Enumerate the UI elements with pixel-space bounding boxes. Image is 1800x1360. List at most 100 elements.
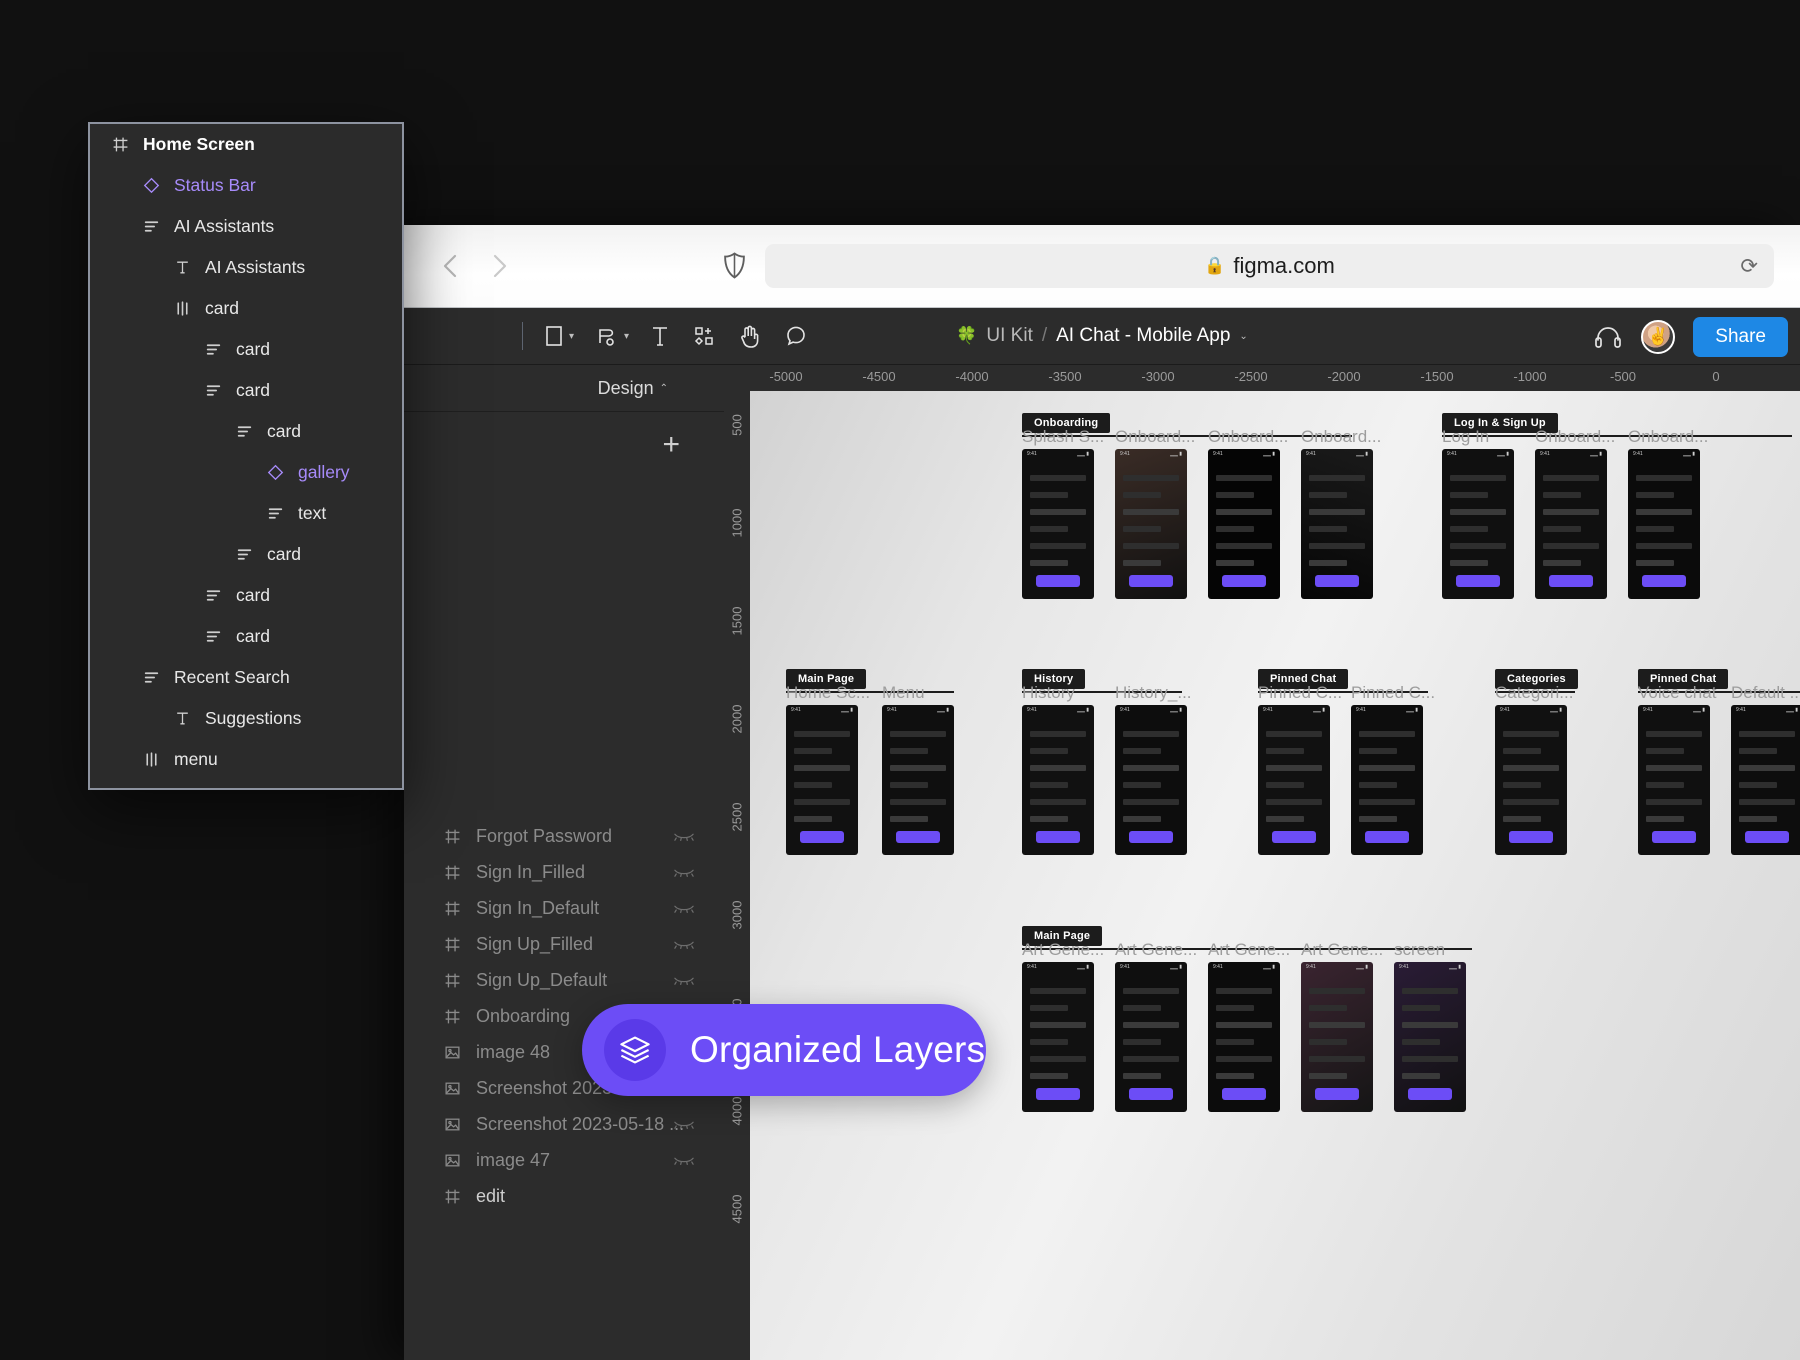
canvas-frame-name[interactable]: Art Gene... [1208,940,1290,960]
canvas-frame-name[interactable]: Log In [1442,427,1489,447]
canvas-frame-name[interactable]: Splash S... [1022,427,1104,447]
hand-tool-icon[interactable] [727,316,773,356]
headphones-icon[interactable] [1593,324,1623,350]
layer-row[interactable]: card [90,616,402,657]
layer-row[interactable]: card [90,329,402,370]
layer-row[interactable]: card [90,411,402,452]
canvas-artboard[interactable]: 9:41 ▁▁ ▮ [786,705,858,855]
chevron-down-icon[interactable]: ▾ [569,331,574,342]
sidebar-layer-row[interactable]: image 47 [404,1142,724,1178]
sidebar-layer-row[interactable]: Sign Up_Filled [404,926,724,962]
canvas-frame-name[interactable]: History [1022,683,1075,703]
canvas-frame-name[interactable]: Pinned C... [1351,683,1435,703]
canvas-artboard[interactable]: 9:41 ▁▁ ▮ [1731,705,1800,855]
chevron-up-icon[interactable]: ⌃ [660,383,668,394]
components-tool-icon[interactable] [681,316,727,356]
canvas-surface[interactable]: OnboardingSplash S... 9:41 ▁▁ ▮Onboard..… [750,391,1800,1360]
pen-tool-icon[interactable]: ▾ [584,316,639,356]
canvas-artboard[interactable]: 9:41 ▁▁ ▮ [1301,962,1373,1112]
chevron-down-icon[interactable]: ⌄ [1239,331,1247,342]
chevron-down-icon[interactable]: ▾ [624,331,629,342]
share-button[interactable]: Share [1693,317,1788,357]
avatar[interactable]: ✌ [1641,320,1675,354]
sidebar-layer-row[interactable]: Screenshot 2023-05-18 ... [404,1106,724,1142]
canvas[interactable]: -5000-4500-4000-3500-3000-2500-2000-1500… [724,365,1800,1360]
eye-hidden-icon[interactable] [674,938,694,951]
eye-hidden-icon[interactable] [674,830,694,843]
tab-design[interactable]: Design ⌃ [404,365,724,412]
layer-row[interactable]: text [90,493,402,534]
canvas-artboard[interactable]: 9:41 ▁▁ ▮ [1535,449,1607,599]
canvas-artboard[interactable]: 9:41 ▁▁ ▮ [1115,705,1187,855]
canvas-frame-name[interactable]: Pinned C... [1258,683,1342,703]
floating-layers-panel[interactable]: Home Screen Status BarAI Assistants AI A… [88,122,404,790]
canvas-artboard[interactable]: 9:41 ▁▁ ▮ [1351,705,1423,855]
canvas-artboard[interactable]: 9:41 ▁▁ ▮ [1208,962,1280,1112]
layer-row[interactable]: card [90,288,402,329]
add-icon[interactable]: + [662,428,680,462]
layer-row[interactable]: Suggestions [90,698,402,739]
text-tool-icon[interactable] [639,316,681,356]
canvas-artboard[interactable]: 9:41 ▁▁ ▮ [1208,449,1280,599]
frame-tool-icon[interactable]: ▾ [533,316,584,356]
layer-row[interactable]: Home Screen [90,124,402,165]
canvas-artboard[interactable]: 9:41 ▁▁ ▮ [1638,705,1710,855]
canvas-artboard[interactable]: 9:41 ▁▁ ▮ [1022,962,1094,1112]
canvas-artboard[interactable]: 9:41 ▁▁ ▮ [1022,705,1094,855]
sidebar-layer-row[interactable]: Sign In_Filled [404,854,724,890]
back-icon[interactable] [438,251,464,281]
layer-row[interactable]: card [90,370,402,411]
canvas-frame-name[interactable]: Art Gene... [1115,940,1197,960]
layer-row[interactable]: menu [90,739,402,780]
canvas-artboard[interactable]: 9:41 ▁▁ ▮ [1442,449,1514,599]
layer-row[interactable]: card [90,534,402,575]
eye-hidden-icon[interactable] [674,1118,694,1131]
canvas-artboard[interactable]: 9:41 ▁▁ ▮ [1628,449,1700,599]
canvas-frame-name[interactable]: screen [1394,940,1445,960]
canvas-artboard[interactable]: 9:41 ▁▁ ▮ [1258,705,1330,855]
layer-row[interactable]: card [90,575,402,616]
sidebar-layer-row[interactable]: Sign In_Default [404,890,724,926]
eye-hidden-icon[interactable] [674,1154,694,1167]
canvas-frame-name[interactable]: Home Sc... [786,683,870,703]
canvas-frame-name[interactable]: Onboard... [1208,427,1288,447]
breadcrumb-project[interactable]: UI Kit [986,325,1032,347]
reload-icon[interactable]: ⟳ [1740,254,1758,279]
canvas-frame-name[interactable]: Onboard... [1115,427,1195,447]
canvas-frame-name[interactable]: Onboard... [1628,427,1708,447]
canvas-frame-name[interactable]: Onboard... [1301,427,1381,447]
layer-row[interactable]: gallery [90,452,402,493]
breadcrumb[interactable]: 🍀 UI Kit / AI Chat - Mobile App ⌄ [956,325,1248,347]
sidebar-layer-row[interactable]: edit [404,1178,724,1214]
canvas-frame-name[interactable]: Categori... [1495,683,1573,703]
canvas-artboard[interactable]: 9:41 ▁▁ ▮ [1495,705,1567,855]
shield-icon[interactable] [722,251,747,281]
layer-row[interactable]: Status Bar [90,165,402,206]
canvas-frame-name[interactable]: Art Gene... [1301,940,1383,960]
sidebar-layer-row[interactable]: Sign Up_Default [404,962,724,998]
canvas-frame-name[interactable]: Menu [882,683,925,703]
canvas-artboard[interactable]: 9:41 ▁▁ ▮ [1301,449,1373,599]
canvas-artboard[interactable]: 9:41 ▁▁ ▮ [1394,962,1466,1112]
url-bar[interactable]: 🔒 figma.com ⟳ [765,244,1774,288]
eye-hidden-icon[interactable] [674,866,694,879]
canvas-frame-name[interactable]: Art Gene... [1022,940,1104,960]
canvas-artboard[interactable]: 9:41 ▁▁ ▮ [1115,449,1187,599]
eye-hidden-icon[interactable] [674,902,694,915]
canvas-artboard[interactable]: 9:41 ▁▁ ▮ [1022,449,1094,599]
sidebar-layer-row[interactable]: Forgot Password [404,818,724,854]
canvas-frame-name[interactable]: Voice chat [1638,683,1716,703]
layer-row[interactable]: Recent Search [90,657,402,698]
status-icons: ▁▁ ▮ [1263,451,1275,457]
forward-icon[interactable] [486,251,512,281]
layer-row[interactable]: AI Assistants [90,206,402,247]
comment-tool-icon[interactable] [773,316,819,356]
canvas-frame-name[interactable]: Default ... [1731,683,1800,703]
canvas-artboard[interactable]: 9:41 ▁▁ ▮ [1115,962,1187,1112]
layer-row[interactable]: AI Assistants [90,247,402,288]
breadcrumb-file-name[interactable]: AI Chat - Mobile App [1056,325,1230,347]
canvas-artboard[interactable]: 9:41 ▁▁ ▮ [882,705,954,855]
canvas-frame-name[interactable]: Onboard... [1535,427,1615,447]
eye-hidden-icon[interactable] [674,974,694,987]
canvas-frame-name[interactable]: History_... [1115,683,1192,703]
